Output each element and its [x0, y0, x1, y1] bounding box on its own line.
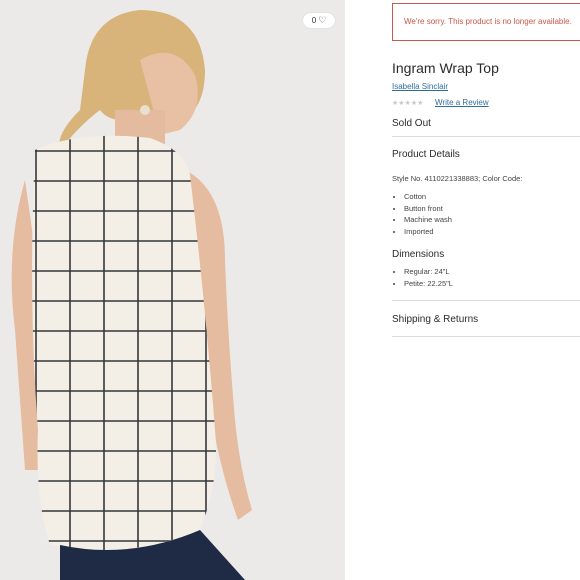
dimensions-list: Regular: 24"L Petite: 22.25"L: [392, 266, 453, 289]
product-details-heading[interactable]: Product Details: [392, 149, 460, 160]
favorite-button[interactable]: 0 ♡: [303, 13, 335, 28]
shipping-returns-heading[interactable]: Shipping & Returns: [392, 314, 478, 325]
divider: [392, 300, 580, 301]
features-list: Cotton Button front Machine wash Importe…: [392, 191, 452, 237]
dimensions-heading: Dimensions: [392, 249, 445, 260]
product-info-panel: We're sorry. This product is no longer a…: [345, 0, 580, 580]
heart-icon: ♡: [318, 15, 327, 25]
model-photo: [0, 0, 345, 580]
unavailable-notice: We're sorry. This product is no longer a…: [392, 3, 580, 41]
write-review-link[interactable]: Write a Review: [435, 98, 489, 107]
list-item: Petite: 22.25"L: [404, 278, 453, 290]
product-title: Ingram Wrap Top: [392, 60, 499, 76]
divider: [392, 136, 580, 137]
list-item: Imported: [404, 226, 452, 238]
divider: [392, 336, 580, 337]
style-number: Style No. 4110221338883; Color Code:: [392, 174, 523, 183]
list-item: Button front: [404, 203, 452, 215]
rating-stars: ★★★★★: [392, 100, 424, 107]
list-item: Cotton: [404, 191, 452, 203]
favorite-count: 0: [311, 16, 317, 25]
brand-link[interactable]: Isabella Sinclair: [392, 82, 448, 91]
list-item: Machine wash: [404, 214, 452, 226]
stock-status: Sold Out: [392, 118, 431, 129]
list-item: Regular: 24"L: [404, 266, 453, 278]
product-image: 0 ♡: [0, 0, 345, 580]
